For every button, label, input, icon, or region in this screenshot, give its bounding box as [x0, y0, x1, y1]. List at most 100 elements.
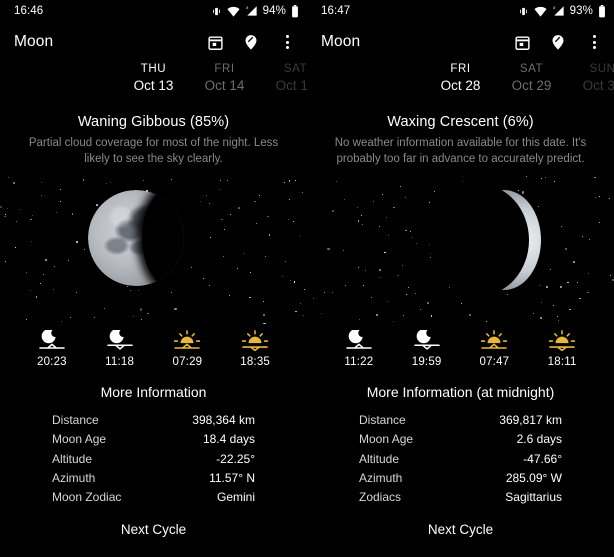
date-tab-weekday: SUN [589, 63, 614, 75]
info-row: Moon Age 2.6 days [359, 430, 562, 449]
info-value: 369,817 km [499, 412, 562, 427]
phase-summary: Waxing Crescent (6%) No weather informat… [307, 114, 614, 168]
moon-image-waxing-crescent [429, 183, 541, 296]
date-tab-1[interactable]: SAT Oct 29 [496, 62, 567, 95]
phase-summary: Waning Gibbous (85%) Partial cloud cover… [0, 114, 307, 168]
moonrise-item: 11:22 [330, 328, 388, 368]
app-bar: Moon [0, 22, 307, 62]
sunset-time: 18:11 [547, 355, 577, 368]
date-tab-date: Oct 14 [204, 78, 245, 94]
more-information-title: More Information (at midnight) [366, 383, 555, 400]
date-tab-weekday: SAT [283, 63, 307, 75]
info-row: Altitude -22.25° [52, 450, 255, 469]
date-selector-strip[interactable]: FRI Oct 28 SAT Oct 29 SUN Oct 30 [307, 62, 614, 104]
date-tab-date: Oct 30 [582, 78, 614, 94]
moon-app-screen-right: 16:47 x 93% Moon FRI Oct 28 SAT Oct 29 S… [307, 0, 614, 557]
date-tab-weekday: FRI [450, 63, 471, 75]
date-tab-1[interactable]: FRI Oct 14 [189, 62, 260, 95]
moonset-time: 19:59 [411, 355, 442, 368]
info-key: Azimuth [52, 470, 96, 485]
more-information-table: Distance 398,364 km Moon Age 18.4 days A… [0, 411, 307, 508]
info-row: Altitude -47.66° [359, 450, 562, 469]
rise-set-row: 20:23 11:18 07:29 18:35 [0, 324, 307, 368]
moon-app-screen-left: 16:46 x 94% Moon THU Oct 13 FRI Oct 14 S… [0, 0, 307, 557]
sunset-time: 18:35 [240, 355, 271, 368]
date-tab-weekday: SAT [519, 63, 544, 75]
sunrise-time: 07:29 [172, 355, 203, 368]
next-cycle-heading[interactable]: Next Cycle [307, 522, 614, 537]
status-bar-icons: x 93% [518, 4, 606, 18]
sunrise-item: 07:47 [465, 328, 523, 368]
overflow-menu-icon[interactable] [276, 31, 298, 53]
date-tab-0[interactable]: THU Oct 13 [118, 62, 189, 95]
date-tab-date: Oct 28 [440, 78, 481, 94]
more-information-section: More Information (at midnight) Distance … [307, 384, 614, 508]
vibrate-icon [211, 6, 222, 17]
info-key: Moon Zodiac [52, 490, 122, 505]
moon-sky-view [0, 176, 307, 324]
status-bar: 16:47 x 93% [307, 0, 614, 22]
moonrise-time: 20:23 [36, 355, 67, 368]
sunset-item: 18:11 [533, 328, 591, 368]
info-row: Azimuth 285.09° W [359, 469, 562, 488]
info-row: Distance 369,817 km [359, 411, 562, 430]
battery-percent-label: 93% [569, 5, 593, 17]
status-bar-clock: 16:46 [14, 5, 44, 17]
date-tab-2[interactable]: SAT Oct 15 [260, 62, 307, 95]
date-tab-2[interactable]: SUN Oct 30 [567, 62, 614, 95]
sunrise-item: 07:29 [158, 328, 216, 368]
app-bar-actions [511, 31, 605, 53]
sunrise-icon [158, 328, 216, 354]
wifi-icon [534, 6, 547, 17]
signal-icon: x [552, 5, 565, 17]
more-information-table: Distance 369,817 km Moon Age 2.6 days Al… [307, 411, 614, 508]
moonset-time: 11:18 [105, 355, 135, 368]
moonrise-icon [23, 328, 81, 354]
info-value: -47.66° [523, 451, 562, 466]
moon-sky-view [307, 176, 614, 324]
calendar-icon[interactable] [511, 31, 533, 53]
battery-icon [598, 4, 606, 18]
info-value: 285.09° W [505, 470, 562, 485]
info-key: Azimuth [359, 470, 403, 485]
location-pin-icon[interactable] [547, 31, 569, 53]
calendar-icon[interactable] [204, 31, 226, 53]
sunrise-icon [465, 328, 523, 354]
more-information-section: More Information Distance 398,364 km Moo… [0, 384, 307, 508]
date-selector-strip[interactable]: THU Oct 13 FRI Oct 14 SAT Oct 15 [0, 62, 307, 104]
info-row: Moon Age 18.4 days [52, 430, 255, 449]
status-bar: 16:46 x 94% [0, 0, 307, 22]
date-tab-date: Oct 15 [275, 78, 307, 94]
moonset-item: 19:59 [398, 328, 456, 368]
phase-title: Waning Gibbous (85%) [77, 114, 230, 130]
info-value: 18.4 days [202, 432, 255, 447]
info-value: 2.6 days [516, 432, 562, 447]
status-bar-clock: 16:47 [321, 5, 351, 17]
wifi-icon [227, 6, 240, 17]
info-row: Azimuth 11.57° N [52, 469, 255, 488]
info-value: 398,364 km [192, 412, 255, 427]
app-bar-actions [204, 31, 298, 53]
moonset-item: 11:18 [91, 328, 149, 368]
overflow-menu-icon[interactable] [583, 31, 605, 53]
dual-screenshot-container: 16:46 x 94% Moon THU Oct 13 FRI Oct 14 S… [0, 0, 614, 557]
svg-text:x: x [553, 5, 556, 10]
date-tab-0[interactable]: FRI Oct 28 [425, 62, 496, 95]
phase-title: Waxing Crescent (6%) [387, 114, 534, 130]
date-tab-date: Oct 29 [511, 78, 552, 94]
location-pin-icon[interactable] [240, 31, 262, 53]
signal-icon: x [245, 5, 258, 17]
info-key: Altitude [52, 451, 93, 466]
sunset-item: 18:35 [226, 328, 284, 368]
rise-set-row: 11:22 19:59 07:47 18:11 [307, 324, 614, 368]
info-row: Zodiacs Sagittarius [359, 488, 562, 507]
battery-icon [291, 4, 299, 18]
status-bar-icons: x 94% [211, 4, 299, 18]
app-title: Moon [14, 33, 54, 50]
moonrise-icon [330, 328, 388, 354]
info-value: Gemini [216, 490, 255, 505]
next-cycle-heading[interactable]: Next Cycle [0, 522, 307, 537]
moonset-icon [398, 328, 456, 354]
info-key: Zodiacs [359, 490, 402, 505]
battery-percent-label: 94% [262, 5, 286, 17]
